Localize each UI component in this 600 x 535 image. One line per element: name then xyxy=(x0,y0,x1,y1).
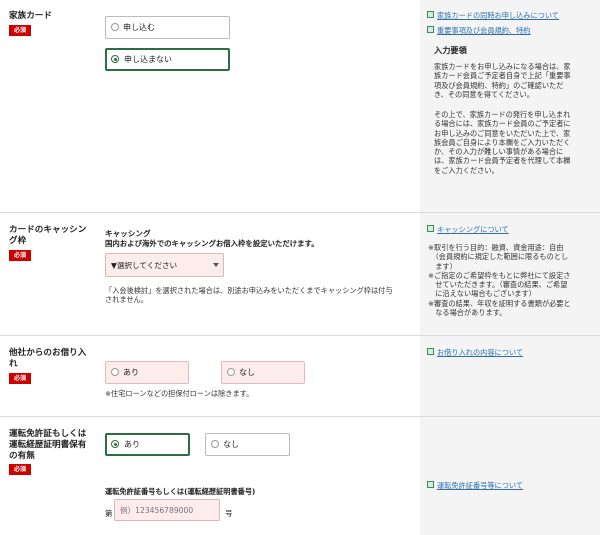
radio-icon xyxy=(211,440,219,448)
license-no-option[interactable]: なし xyxy=(205,433,290,456)
radio-icon xyxy=(111,368,119,376)
text-line: に沿えない場合もございます） xyxy=(428,289,536,299)
link-text: 重要事項及び会員規約、特約 xyxy=(437,26,531,35)
text-line: その上で、家族カードの発行を申し込まれ xyxy=(434,110,571,119)
text-line: か、その入力が難しい事情がある場合に xyxy=(434,147,564,157)
link-square-icon xyxy=(427,11,434,18)
borrowing-info-link[interactable]: お借り入れの内容について xyxy=(427,348,523,358)
family-card-row: 家族カード 必須 申し込む 申し込まない 家族カードの同時お申し込みについて 重… xyxy=(0,0,600,213)
link-text: キャッシングについて xyxy=(437,225,509,234)
cashing-note: 「入会後検討」を選択された場合は、別途お申込みをいただくまでキャッシング枠は付与… xyxy=(105,286,415,305)
borrowing-no-option[interactable]: なし xyxy=(221,361,305,384)
link-square-icon xyxy=(427,348,434,355)
cashing-subheading: 国内および海外でのキャッシングお借入枠を設定いただけます。 xyxy=(105,239,319,248)
required-badge: 必須 xyxy=(9,25,31,36)
link-text: 運転免許証番号等について xyxy=(437,481,524,490)
option-label: 申し込む xyxy=(123,23,155,32)
borrowing-side-panel: お借り入れの内容について xyxy=(420,336,600,416)
label-line: 他社からのお借り入 xyxy=(9,348,87,358)
radio-icon xyxy=(227,368,235,376)
license-yes-option[interactable]: あり xyxy=(105,433,190,456)
text-line: 「入会後検討」を選択された場合は、別途お申込みをいただくまでキャッシング枠は付与 xyxy=(105,286,393,295)
link-text: 家族カードの同時お申し込みについて xyxy=(437,11,559,20)
option-label: なし xyxy=(223,440,239,449)
license-number-heading: 運転免許証番号もしくは(運転経歴証明書番号) xyxy=(105,487,256,496)
link-square-icon xyxy=(427,225,434,232)
radio-selected-icon xyxy=(111,440,119,448)
chevron-down-icon xyxy=(213,263,219,267)
option-label: 申し込まない xyxy=(124,55,172,64)
family-card-apply-option[interactable]: 申し込む xyxy=(105,16,230,39)
family-card-label: 家族カード xyxy=(9,11,52,21)
label-line: 運転経歴証明書保有 xyxy=(9,440,87,450)
input-guide-paragraph-1: 家族カードをお申し込みになる場合は、家 族カード会員ご予定者自身で上記「重要事 … xyxy=(434,62,594,99)
option-label: あり xyxy=(124,440,140,449)
link-text: お借り入れの内容について xyxy=(437,348,524,357)
link-square-icon xyxy=(427,26,434,33)
required-badge: 必須 xyxy=(9,464,31,475)
link-square-icon xyxy=(427,481,434,488)
cashing-limit-select[interactable]: ▼選択してください xyxy=(105,253,224,277)
borrowing-label-cell: 他社からのお借り入 れ 必須 xyxy=(0,336,95,416)
label-line: れ xyxy=(9,359,18,369)
text-line: されません。 xyxy=(105,295,148,305)
label-line: カードのキャッシン xyxy=(9,225,87,235)
text-line: ※審査の結果、年収を証明する書類が必要と xyxy=(428,298,571,308)
text-line: せていただきます。（審査の結果、ご希望 xyxy=(428,280,568,290)
family-card-decline-option[interactable]: 申し込まない xyxy=(105,48,230,71)
text-line: ※ご指定のご希望枠をもとに弊社にて設定さ xyxy=(428,270,571,280)
radio-icon xyxy=(111,23,119,31)
text-line: なる場合があります。 xyxy=(428,308,507,318)
borrowing-label: 他社からのお借り入 れ xyxy=(9,348,86,370)
cashing-label-cell: カードのキャッシン グ枠 必須 xyxy=(0,213,95,335)
family-card-side-panel: 家族カードの同時お申し込みについて 重要事項及び会員規約、特約 入力要領 家族カ… xyxy=(420,0,600,212)
license-info-link[interactable]: 運転免許証番号等について xyxy=(427,481,523,491)
option-label: あり xyxy=(123,368,139,377)
input-guide-heading: 入力要領 xyxy=(434,45,467,55)
license-number-prefix: 第 xyxy=(105,509,113,518)
license-number-input[interactable] xyxy=(114,499,220,521)
required-badge: 必須 xyxy=(9,373,31,384)
label-line: の有無 xyxy=(9,451,35,461)
family-card-info-link[interactable]: 家族カードの同時お申し込みについて xyxy=(427,11,559,21)
label-line: グ枠 xyxy=(9,236,27,246)
label-line: 運転免許証もしくは xyxy=(9,429,87,439)
text-line: をご入力ください。 xyxy=(434,165,499,175)
text-line: は、家族カード会員予定者を代理して本欄 xyxy=(434,156,571,166)
text-line: ます） xyxy=(428,261,457,271)
text-line: 項及び会員規約、特約」のご確認いただ xyxy=(434,80,564,90)
cashing-side-notes: ※取引を行う目的：融資、資金用途：自由 （会員規約に規定した範囲に限るものとし … xyxy=(428,243,598,317)
input-guide-paragraph-2: その上で、家族カードの発行を申し込まれ る場合には、家族カード会員のご予定者に … xyxy=(434,110,594,175)
family-card-label-cell: 家族カード 必須 xyxy=(0,0,95,212)
borrowing-note: ※住宅ローンなどの担保付ローンは除きます。 xyxy=(105,389,254,398)
cashing-label: カードのキャッシン グ枠 xyxy=(9,225,86,247)
cashing-row: カードのキャッシン グ枠 必須 キャッシング 国内および海外でのキャッシングお借… xyxy=(0,213,600,336)
borrowing-row: 他社からのお借り入 れ 必須 あり なし ※住宅ローンなどの担保付ローンは除きま… xyxy=(0,336,600,417)
required-badge: 必須 xyxy=(9,250,31,261)
select-value: ▼選択してください xyxy=(111,261,178,270)
license-label: 運転免許証もしくは 運転経歴証明書保有 の有無 xyxy=(9,429,86,462)
text-line: 族カード会員ご予定者自身で上記「重要事 xyxy=(434,71,571,81)
cashing-side-panel: キャッシングについて ※取引を行う目的：融資、資金用途：自由 （会員規約に規定し… xyxy=(420,213,600,335)
text-line: ※取引を行う目的：融資、資金用途：自由 xyxy=(428,243,564,252)
text-line: 族会員ご自身により本欄をご入力いただく xyxy=(434,137,571,147)
borrowing-yes-option[interactable]: あり xyxy=(105,361,189,384)
text-line: き、その同意を得てください。 xyxy=(434,89,534,99)
license-number-suffix: 号 xyxy=(225,509,233,518)
text-line: お申し込みのご同意をいただいた上で、家 xyxy=(434,128,571,138)
text-line: る場合には、家族カード会員のご予定者に xyxy=(434,119,571,129)
terms-link[interactable]: 重要事項及び会員規約、特約 xyxy=(427,26,530,36)
license-row: 運転免許証もしくは 運転経歴証明書保有 の有無 必須 あり なし 運転免許証番号… xyxy=(0,417,600,535)
cashing-info-link[interactable]: キャッシングについて xyxy=(427,225,509,235)
license-side-panel: 運転免許証番号等について xyxy=(420,417,600,535)
license-label-cell: 運転免許証もしくは 運転経歴証明書保有 の有無 必須 xyxy=(0,417,95,535)
text-line: 家族カードをお申し込みになる場合は、家 xyxy=(434,62,571,71)
text-line: （会員規約に規定した範囲に限るものとし xyxy=(428,252,569,262)
option-label: なし xyxy=(239,368,255,377)
radio-selected-icon xyxy=(111,55,119,63)
